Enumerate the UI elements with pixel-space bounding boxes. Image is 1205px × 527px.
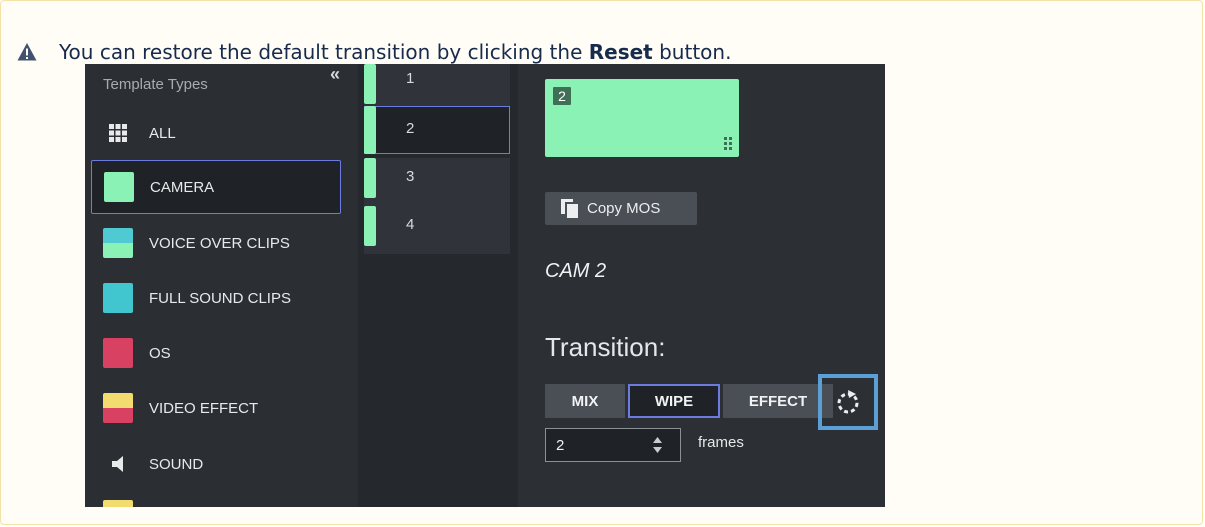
slot-number: 2: [406, 120, 415, 137]
transition-label: Transition:: [545, 332, 666, 362]
reset-icon[interactable]: [834, 388, 862, 416]
preview-badge: 2: [553, 87, 571, 105]
type-item-video-effect[interactable]: VIDEO EFFECT: [91, 381, 341, 435]
type-item-label: ALL: [149, 124, 176, 142]
type-item-label: OS: [149, 344, 171, 362]
reset-highlight: [818, 374, 878, 430]
slot-item[interactable]: 3: [364, 158, 510, 206]
template-types-title: Template Types: [103, 76, 208, 93]
type-item-label: FULL SOUND CLIPS: [149, 289, 291, 307]
type-item-all[interactable]: ALL: [91, 106, 341, 160]
frames-value: 2: [556, 436, 565, 454]
collapse-icon[interactable]: «: [330, 64, 340, 85]
type-item-voice-over-clips[interactable]: VOICE OVER CLIPS: [91, 216, 341, 270]
template-preview[interactable]: 2: [545, 79, 739, 157]
type-item-full-sound-clips[interactable]: FULL SOUND CLIPS: [91, 271, 341, 325]
type-item-camera[interactable]: CAMERA: [91, 160, 341, 214]
type-item-label: VOICE OVER CLIPS: [149, 234, 290, 252]
frames-input[interactable]: 2: [545, 428, 681, 462]
slot-list: 1 2 3 4: [358, 64, 518, 507]
copy-mos-button[interactable]: Copy MOS: [545, 192, 697, 225]
drag-handle-icon[interactable]: [724, 137, 733, 151]
note-bold: Reset: [588, 40, 653, 64]
note-prefix: You can restore the default transition b…: [59, 40, 589, 64]
type-item-os[interactable]: OS: [91, 326, 341, 380]
type-item-label: CAMERA: [150, 178, 215, 196]
type-item-sound[interactable]: SOUND: [91, 437, 341, 491]
slot-color-tab: [364, 106, 376, 154]
voice-over-swatch-icon: [103, 228, 133, 258]
speaker-icon: [103, 449, 133, 479]
screenshot: Template Types « ALL CAMERA VOICE OVER C…: [85, 64, 885, 507]
type-item-label: VIDEO EFFECT: [149, 399, 259, 417]
grid-icon: [103, 118, 133, 148]
slot-color-tab: [364, 64, 376, 104]
full-sound-swatch-icon: [103, 283, 133, 313]
warning-icon: [17, 43, 37, 61]
cam-title: CAM 2: [545, 260, 607, 282]
wipe-button[interactable]: WIPE: [628, 384, 720, 418]
slot-color-tab: [364, 206, 376, 246]
effect-button[interactable]: EFFECT: [723, 384, 833, 418]
note-text: You can restore the default transition b…: [59, 37, 731, 67]
os-swatch-icon: [103, 338, 133, 368]
type-item-label: SOUND: [149, 455, 204, 473]
slot-item[interactable]: 4: [364, 206, 510, 254]
mix-button[interactable]: MIX: [545, 384, 625, 418]
slot-number: 1: [406, 70, 415, 87]
video-effect-swatch-icon: [103, 393, 133, 423]
slot-item[interactable]: 1: [364, 64, 510, 112]
slot-number: 3: [406, 168, 415, 185]
template-types-panel: Template Types « ALL CAMERA VOICE OVER C…: [85, 64, 358, 507]
copy-icon: [561, 198, 579, 219]
slot-item-selected[interactable]: 2: [364, 106, 510, 154]
copy-mos-label: Copy MOS: [587, 200, 661, 217]
camera-swatch-icon: [104, 172, 134, 202]
spinner-icon[interactable]: [653, 437, 662, 453]
slot-color-tab: [364, 158, 376, 198]
partial-swatch-icon: [103, 500, 133, 507]
note-suffix: button.: [652, 40, 732, 64]
slot-number: 4: [406, 216, 415, 233]
frames-label: frames: [698, 434, 744, 451]
details-panel: 2 Copy MOS CAM 2 Transition: MIX WIPE EF…: [518, 64, 885, 507]
